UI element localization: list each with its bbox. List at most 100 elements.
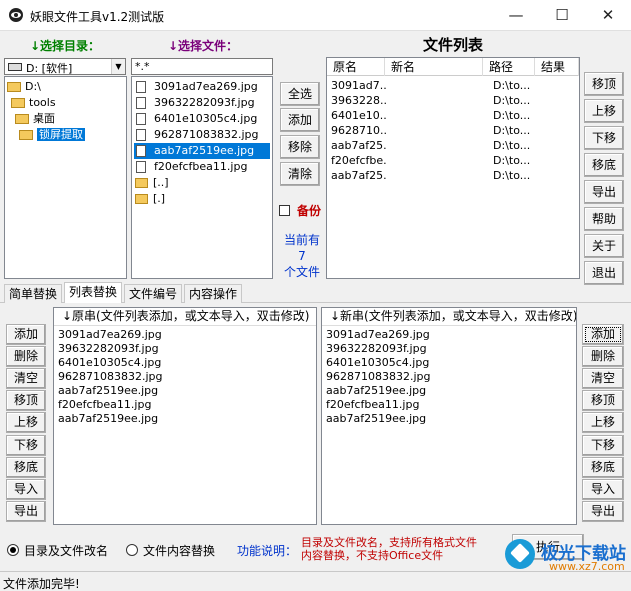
column-header-orig[interactable]: 原名 [327, 58, 385, 76]
table-row[interactable]: aab7af25... D:\to... [327, 138, 579, 153]
new-move-top-button[interactable]: 移顶 [582, 390, 624, 411]
close-button[interactable]: ✕ [585, 0, 631, 31]
new-move-up-button[interactable]: 上移 [582, 412, 624, 433]
new-string-list[interactable]: ↓新串(文件列表添加，或文本导入，双击修改) 3091ad7ea269.jpg … [321, 307, 577, 525]
table-row[interactable]: 3091ad7... D:\to... [327, 78, 579, 93]
list-item[interactable]: 3091ad7ea269.jpg [326, 328, 430, 342]
list-item[interactable]: aab7af2519ee.jpg [58, 384, 158, 398]
file-item[interactable]: 962871083832.jpg [134, 127, 270, 143]
column-header-result[interactable]: 结果 [535, 58, 579, 76]
table-row[interactable]: 3963228... D:\to... [327, 93, 579, 108]
orig-move-top-button[interactable]: 移顶 [6, 390, 46, 411]
file-icon [136, 97, 146, 109]
cell-orig: 9628710... [331, 124, 387, 137]
tab-content-operations[interactable]: 内容操作 [184, 284, 243, 303]
new-add-button[interactable]: 添加 [582, 324, 624, 345]
tab-simple-replace[interactable]: 简单替换 [4, 284, 63, 303]
watermark: 极光下载站 www.xz7.com [505, 539, 629, 573]
folder-open-icon [15, 114, 29, 124]
orig-move-down-button[interactable]: 下移 [6, 435, 46, 456]
content-replace-radio[interactable] [126, 544, 138, 556]
list-item[interactable]: 39632282093f.jpg [58, 342, 159, 356]
list-item[interactable]: f20efcfbea11.jpg [326, 398, 419, 412]
list-item[interactable]: 6401e10305c4.jpg [326, 356, 429, 370]
remove-button[interactable]: 移除 [280, 135, 320, 159]
move-top-button[interactable]: 移顶 [584, 72, 624, 96]
function-description-text: 目录及文件改名，支持所有格式文件 内容替换，不支持Office文件 [301, 536, 477, 562]
function-description-line: 内容替换，不支持Office文件 [301, 549, 444, 562]
list-item[interactable]: 39632282093f.jpg [326, 342, 427, 356]
file-item[interactable]: f20efcfbea11.jpg [134, 159, 270, 175]
column-header-new[interactable]: 新名 [385, 58, 483, 76]
list-item[interactable]: 962871083832.jpg [326, 370, 431, 384]
orig-add-button[interactable]: 添加 [6, 324, 46, 345]
rename-mode-label[interactable]: 目录及文件改名 [24, 542, 108, 559]
content-replace-label[interactable]: 文件内容替换 [143, 542, 215, 559]
orig-string-header[interactable]: ↓原串(文件列表添加，或文本导入，双击修改) [54, 308, 316, 326]
drive-icon [8, 63, 22, 71]
file-filter-input[interactable]: *.* [131, 58, 273, 75]
new-move-bottom-button[interactable]: 移底 [582, 457, 624, 478]
list-item[interactable]: aab7af2519ee.jpg [58, 412, 158, 426]
orig-move-bottom-button[interactable]: 移底 [6, 457, 46, 478]
file-list-table[interactable]: 原名 新名 路径 结果 3091ad7... D:\to... 3963228.… [326, 57, 580, 279]
orig-import-button[interactable]: 导入 [6, 479, 46, 500]
exit-button[interactable]: 退出 [584, 261, 624, 285]
drive-select[interactable]: D: [软件] ▼ [4, 58, 126, 75]
list-item[interactable]: aab7af2519ee.jpg [326, 384, 426, 398]
backup-checkbox[interactable] [279, 205, 290, 216]
tree-item-lockscreen[interactable]: 锁屏提取 [19, 127, 85, 143]
list-item[interactable]: aab7af2519ee.jpg [326, 412, 426, 426]
list-item[interactable]: 962871083832.jpg [58, 370, 163, 384]
orig-string-list[interactable]: ↓原串(文件列表添加，或文本导入，双击修改) 3091ad7ea269.jpg … [53, 307, 317, 525]
select-all-button[interactable]: 全选 [280, 82, 320, 106]
new-delete-button[interactable]: 删除 [582, 346, 624, 367]
file-item-selected[interactable]: aab7af2519ee.jpg [134, 143, 270, 159]
export-button[interactable]: 导出 [584, 180, 624, 204]
new-clear-button[interactable]: 清空 [582, 368, 624, 389]
minimize-button[interactable]: — [493, 0, 539, 31]
move-bottom-button[interactable]: 移底 [584, 153, 624, 177]
file-listbox[interactable]: 3091ad7ea269.jpg 39632282093f.jpg 6401e1… [131, 76, 273, 279]
list-item[interactable]: 6401e10305c4.jpg [58, 356, 161, 370]
table-row[interactable]: aab7af25... D:\to... [327, 168, 579, 183]
about-button[interactable]: 关于 [584, 234, 624, 258]
move-up-button[interactable]: 上移 [584, 99, 624, 123]
tab-list-replace[interactable]: 列表替换 [64, 282, 123, 303]
file-item[interactable]: 39632282093f.jpg [134, 95, 270, 111]
folder-item-current[interactable]: [.] [134, 191, 270, 207]
tree-item-desktop[interactable]: 桌面 [15, 111, 55, 127]
folder-item-parent[interactable]: [..] [134, 175, 270, 191]
table-row[interactable]: 9628710... D:\to... [327, 123, 579, 138]
list-item[interactable]: 3091ad7ea269.jpg [58, 328, 162, 342]
chevron-down-icon[interactable]: ▼ [111, 59, 125, 74]
folder-icon [135, 194, 148, 204]
orig-clear-button[interactable]: 清空 [6, 368, 46, 389]
folder-tree[interactable]: D:\ tools 桌面 锁屏提取 [4, 76, 127, 279]
help-button[interactable]: 帮助 [584, 207, 624, 231]
table-row[interactable]: f20efcfbe... D:\to... [327, 153, 579, 168]
tree-item-tools[interactable]: tools [11, 95, 56, 111]
maximize-button[interactable]: ☐ [539, 0, 585, 31]
orig-delete-button[interactable]: 删除 [6, 346, 46, 367]
new-import-button[interactable]: 导入 [582, 479, 624, 500]
tab-file-numbering[interactable]: 文件编号 [124, 284, 183, 303]
orig-export-button[interactable]: 导出 [6, 501, 46, 522]
file-item[interactable]: 6401e10305c4.jpg [134, 111, 270, 127]
list-item[interactable]: f20efcfbea11.jpg [58, 398, 151, 412]
table-row[interactable]: 6401e10... D:\to... [327, 108, 579, 123]
move-down-button[interactable]: 下移 [584, 126, 624, 150]
file-icon [136, 129, 146, 141]
new-move-down-button[interactable]: 下移 [582, 435, 624, 456]
new-export-button[interactable]: 导出 [582, 501, 624, 522]
new-string-header[interactable]: ↓新串(文件列表添加，或文本导入，双击修改) [322, 308, 576, 326]
column-header-path[interactable]: 路径 [483, 58, 535, 76]
add-button[interactable]: 添加 [280, 108, 320, 132]
rename-mode-radio[interactable] [7, 544, 19, 556]
tree-item-drive-root[interactable]: D:\ [7, 79, 41, 95]
orig-move-up-button[interactable]: 上移 [6, 412, 46, 433]
window-title: 妖眼文件工具v1.2测试版 [30, 10, 165, 24]
clear-button[interactable]: 清除 [280, 162, 320, 186]
file-item[interactable]: 3091ad7ea269.jpg [134, 79, 270, 95]
folder-open-icon [7, 82, 21, 92]
